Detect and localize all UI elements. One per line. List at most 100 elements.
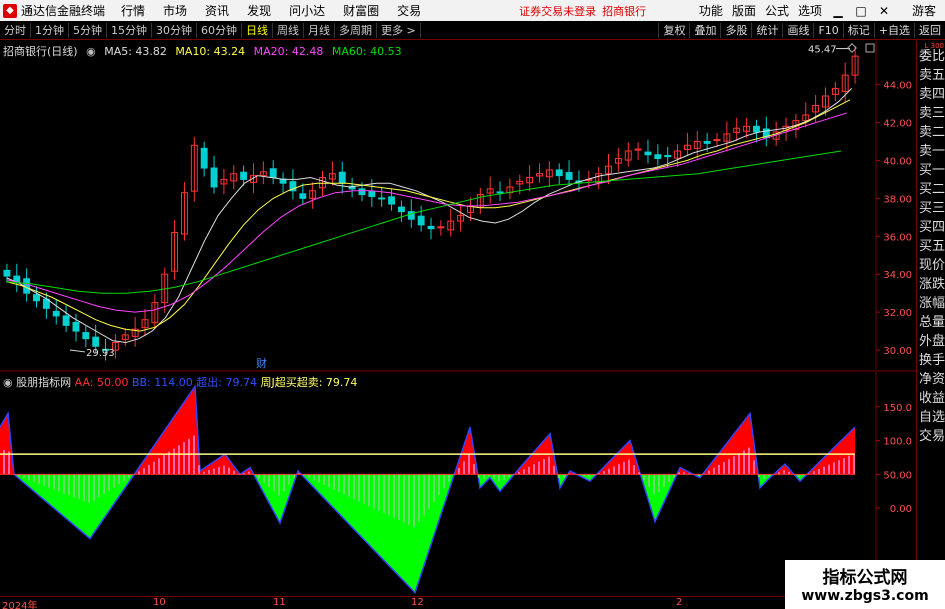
menu-ask[interactable]: 问小达 [289, 2, 325, 19]
ind-tick-label-3: 150.0 [883, 403, 912, 414]
period-tab-8[interactable]: 月线 [304, 22, 335, 38]
date-label-1: 10 [153, 597, 166, 608]
login-notice[interactable]: 证券交易未登录 [519, 3, 596, 19]
menu-trade[interactable]: 交易 [397, 2, 421, 19]
stock-title: 招商银行(日线) [3, 45, 78, 58]
period-tab-7[interactable]: 周线 [273, 22, 304, 38]
sidebar-item-10[interactable]: 买五 [917, 237, 945, 256]
candle-body-66 [654, 154, 662, 160]
candle-body-30 [299, 193, 307, 199]
menu-function[interactable]: 功能 [699, 2, 723, 19]
sidebar-item-11[interactable]: 现价 [917, 256, 945, 275]
candle-body-9 [92, 336, 100, 347]
indicator-cc: 超出: 79.74 [196, 376, 257, 389]
toolbar-button-2[interactable]: 多股 [720, 22, 751, 38]
menu-wealth[interactable]: 财富圈 [343, 2, 379, 19]
indicator-dd: 周J超买超卖: 79.74 [260, 376, 358, 389]
indicator-circle-icon[interactable]: ◉ [3, 376, 13, 389]
sidebar-item-1[interactable]: 卖五 [917, 66, 945, 85]
finance-marker: 财 [256, 356, 267, 370]
candle-body-57 [565, 172, 573, 180]
ma-line-ma20 [6, 112, 847, 313]
ind-tick-label-0: 0.00 [890, 504, 912, 515]
candle-body-38 [378, 197, 386, 200]
toolbar-button-8[interactable]: 返回 [914, 22, 945, 38]
settings-circle-icon[interactable]: ◉ [86, 45, 96, 58]
sidebar-item-4[interactable]: 卖二 [917, 123, 945, 142]
period-tab-9[interactable]: 多周期 [335, 22, 377, 38]
ma20-value: MA20: 42.48 [253, 45, 324, 58]
period-tab-3[interactable]: 15分钟 [107, 22, 152, 38]
menu-market[interactable]: 市场 [163, 2, 187, 19]
sidebar-item-20[interactable]: 交易 [917, 427, 945, 446]
sidebar-item-8[interactable]: 买三 [917, 199, 945, 218]
price-tick-label-5: 40.00 [883, 156, 912, 167]
period-tab-1[interactable]: 1分钟 [31, 22, 69, 38]
toolbar-button-0[interactable]: 复权 [658, 22, 689, 38]
candle-body-37 [368, 191, 376, 197]
candle-body-64 [634, 148, 642, 151]
guest-label[interactable]: 游客 [912, 2, 936, 19]
sidebar-item-19[interactable]: 自选 [917, 408, 945, 427]
candle-body-65 [644, 151, 652, 156]
period-tab-10[interactable]: 更多 > [377, 22, 421, 38]
toolbar-button-1[interactable]: 叠加 [689, 22, 720, 38]
sidebar-item-15[interactable]: 外盘 [917, 332, 945, 351]
candle-body-56 [555, 169, 563, 177]
price-tick-label-2: 34.00 [883, 270, 912, 281]
ma10-value: MA10: 43.24 [175, 45, 246, 58]
candle-body-34 [338, 171, 346, 184]
ind-tick-label-2: 100.0 [883, 437, 912, 448]
sidebar-item-18[interactable]: 收益 [917, 389, 945, 408]
toolbar-button-6[interactable]: 标记 [842, 22, 874, 38]
price-tick-label-1: 32.00 [883, 308, 912, 319]
minimize-icon[interactable]: ▁ [831, 4, 845, 18]
candle-body-67 [664, 155, 672, 158]
sidebar-item-12[interactable]: 涨跌 [917, 275, 945, 294]
sidebar-item-17[interactable]: 净资 [917, 370, 945, 389]
candle-body-21 [210, 167, 218, 188]
sidebar-item-6[interactable]: 买一 [917, 161, 945, 180]
low-price-label: 29.93 [86, 348, 115, 359]
sidebar-item-16[interactable]: 换手 [917, 351, 945, 370]
candle-body-6 [62, 315, 70, 326]
title-bar-right: 功能 版面 公式 选项 ▁ □ ✕ 游客 [699, 2, 945, 19]
sidebar-item-9[interactable]: 买四 [917, 218, 945, 237]
sidebar-item-7[interactable]: 买二 [917, 180, 945, 199]
candle-body-5 [52, 310, 60, 317]
indicator-name: 股朋指标网 [16, 376, 72, 389]
menu-quotes[interactable]: 行情 [121, 2, 145, 19]
toolbar-button-5[interactable]: F10 [813, 22, 842, 38]
sidebar-item-14[interactable]: 总量 [917, 313, 945, 332]
close-icon[interactable]: ✕ [877, 4, 891, 18]
menu-layout[interactable]: 版面 [732, 2, 756, 19]
quote-sidebar: L 300 委比 卖五 卖四 卖三 卖二 卖一 买一 买二 买三 买四 买五 现价 涨跌 涨幅 总量 外盘 换手… [916, 41, 945, 609]
price-chart[interactable]: 30.00 32.00 34.00 36.00 38.00 40.00 42.00 44.00… [0, 41, 916, 609]
watermark-title: 指标公式网 [822, 568, 908, 588]
menu-discover[interactable]: 发现 [247, 2, 271, 19]
period-tab-0[interactable]: 分时 [0, 22, 31, 38]
toolbar-button-7[interactable]: +自选 [873, 22, 914, 38]
candle-body-8 [82, 332, 90, 340]
period-tab-4[interactable]: 30分钟 [152, 22, 197, 38]
toolbar-button-3[interactable]: 统计 [751, 22, 782, 38]
window-toggle-icon [865, 43, 875, 53]
candle-body-0 [3, 269, 11, 277]
price-tick-label-4: 38.00 [883, 194, 912, 205]
menu-options[interactable]: 选项 [798, 2, 822, 19]
sidebar-item-13[interactable]: 涨幅 [917, 294, 945, 313]
menu-news[interactable]: 资讯 [205, 2, 229, 19]
period-tab-5[interactable]: 60分钟 [197, 22, 242, 38]
candle-body-24 [240, 171, 248, 180]
date-axis: 2024年 10 11 12 2 [0, 596, 916, 609]
sidebar-item-2[interactable]: 卖四 [917, 85, 945, 104]
sidebar-item-3[interactable]: 卖三 [917, 104, 945, 123]
indicator-bb: BB: 114.00 [131, 376, 193, 389]
sidebar-item-5[interactable]: 卖一 [917, 142, 945, 161]
toolbar-button-4[interactable]: 画线 [782, 22, 813, 38]
period-toolbar: 分时 1分钟 5分钟 15分钟 30分钟 60分钟 日线 周线 月线 多周期 更多 > 复权 叠加 多股统… [0, 21, 945, 40]
maximize-icon[interactable]: □ [854, 4, 868, 18]
period-tab-6[interactable]: 日线 [242, 22, 273, 38]
menu-formula[interactable]: 公式 [765, 2, 789, 19]
period-tab-2[interactable]: 5分钟 [69, 22, 107, 38]
